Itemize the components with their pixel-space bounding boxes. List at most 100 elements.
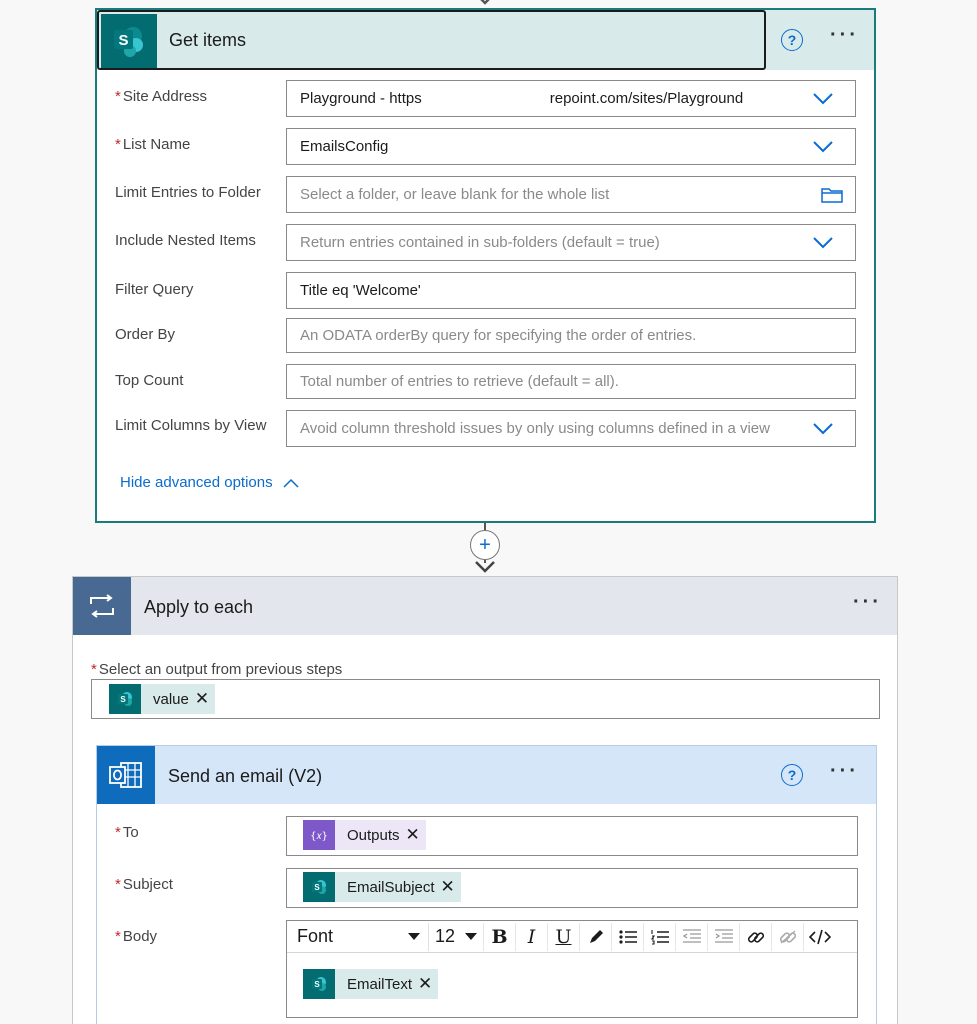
connector-arrow-icon [475,561,495,573]
value-token-label: value [153,690,189,708]
filter-query-input[interactable]: Title eq 'Welcome' [286,272,856,309]
get-items-title-box[interactable]: S Get items [97,10,766,70]
remove-token-icon[interactable]: ✕ [418,974,438,994]
to-input[interactable]: {𝑥} Outputs ✕ [286,816,858,856]
outputs-token[interactable]: {𝑥} Outputs ✕ [303,820,426,850]
email-text-token-label: EmailText [347,975,413,993]
connector-arrow-icon [480,0,490,5]
caret-down-icon [465,933,477,940]
hide-advanced-options-link[interactable]: Hide advanced options [120,474,299,491]
send-email-header[interactable]: Send an email (V2) ? ··· [97,746,876,804]
more-options-icon[interactable]: ··· [830,24,859,47]
svg-text:{𝑥}: {𝑥} [310,831,328,842]
chevron-up-icon [283,478,299,488]
to-label: * To [115,824,139,841]
list-name-dropdown[interactable]: EmailsConfig [286,128,856,165]
get-items-header[interactable]: S Get items ? ··· [97,10,874,70]
help-icon[interactable]: ? [781,29,803,51]
remove-token-icon[interactable]: ✕ [406,825,426,845]
font-size-dropdown[interactable]: 12 [429,923,483,951]
numbered-list-button[interactable] [643,922,675,951]
insert-link-button[interactable] [739,922,771,951]
select-output-label: * Select an output from previous steps [91,661,343,678]
more-options-icon[interactable]: ··· [853,591,882,614]
unlink-icon [779,930,796,943]
limit-columns-by-view-dropdown[interactable]: Avoid column threshold issues by only us… [286,410,856,447]
bold-button[interactable]: B [483,922,515,951]
remove-link-button[interactable] [771,922,803,951]
send-email-card: Send an email (V2) ? ··· * To {𝑥} Outputs… [96,745,877,1024]
increase-indent-button[interactable] [707,922,739,951]
limit-entries-folder-input[interactable]: Select a folder, or leave blank for the … [286,176,856,213]
body-editor[interactable]: Font 12 B I U S EmailText ✕ [286,920,858,1018]
site-address-dropdown[interactable]: Playground - https repoint.com/sites/Play… [286,80,856,117]
top-count-label: Top Count [115,372,184,389]
send-email-title: Send an email (V2) [168,766,323,786]
limit-entries-folder-label: Limit Entries to Folder [115,184,261,201]
subject-input[interactable]: S EmailSubject ✕ [286,868,858,908]
list-name-label: * List Name [115,136,191,153]
svg-text:S: S [314,980,320,989]
email-subject-token[interactable]: S EmailSubject ✕ [303,872,461,902]
italic-button[interactable]: I [515,922,547,951]
plus-icon: + [479,533,491,556]
svg-text:S: S [314,883,320,892]
sharepoint-icon: S [109,684,141,714]
rich-text-toolbar: Font 12 B I U [287,921,857,953]
chevron-down-icon [813,93,833,105]
caret-down-icon [408,933,420,940]
order-by-input[interactable]: An ODATA orderBy query for specifying th… [286,318,856,353]
outdent-icon [682,928,701,943]
sharepoint-icon: S [303,872,335,902]
font-family-dropdown[interactable]: Font [289,922,429,951]
email-subject-token-label: EmailSubject [347,878,435,896]
apply-to-each-title: Apply to each [144,597,254,617]
apply-to-each-header[interactable]: Apply to each ··· [73,577,897,635]
include-nested-items-dropdown[interactable]: Return entries contained in sub-folders … [286,224,856,261]
code-view-button[interactable] [803,922,835,951]
expression-icon: {𝑥} [303,820,335,850]
svg-text:S: S [120,695,126,704]
limit-columns-by-view-label: Limit Columns by View [115,417,267,434]
chevron-down-icon [813,423,833,435]
chevron-down-icon [813,237,833,249]
select-output-input[interactable]: S value ✕ [91,679,880,719]
body-label: * Body [115,928,158,945]
decrease-indent-button[interactable] [675,922,707,951]
highlight-color-button[interactable] [579,922,611,951]
order-by-label: Order By [115,326,176,343]
top-count-input[interactable]: Total number of entries to retrieve (def… [286,364,856,399]
sharepoint-icon: S [303,969,335,999]
code-icon [808,929,831,944]
filter-query-label: Filter Query [115,281,194,298]
folder-icon[interactable] [821,187,843,203]
insert-step-button[interactable]: + [470,530,500,560]
get-items-card: S Get items ? ··· * Site Address Playgrou… [95,8,876,523]
apply-to-each-card: Apply to each ··· * Select an output from… [72,576,898,1024]
loop-icon [73,577,131,635]
bulleted-list-button[interactable] [611,922,643,951]
email-text-token[interactable]: S EmailText ✕ [303,969,439,999]
remove-token-icon[interactable]: ✕ [441,877,461,897]
outputs-token-label: Outputs [347,826,400,844]
help-icon[interactable]: ? [781,764,803,786]
font-family-value: Font [297,926,334,946]
indent-icon [714,928,733,943]
subject-label: * Subject [115,876,173,893]
bullet-list-icon [618,929,637,944]
more-options-icon[interactable]: ··· [830,760,859,783]
value-token[interactable]: S value ✕ [109,684,216,714]
outlook-icon [97,746,155,804]
link-icon [747,931,764,943]
get-items-title: Get items [169,30,247,50]
remove-token-icon[interactable]: ✕ [195,689,215,709]
hide-advanced-label: Hide advanced options [120,474,273,491]
numbered-list-icon [650,929,669,945]
site-address-label: * Site Address [115,88,208,105]
svg-text:S: S [118,32,128,49]
include-nested-items-label: Include Nested Items [115,232,256,249]
font-size-value: 12 [435,926,456,946]
underline-button[interactable]: U [547,922,579,951]
sharepoint-icon: S [101,14,157,68]
pen-icon [589,929,603,943]
